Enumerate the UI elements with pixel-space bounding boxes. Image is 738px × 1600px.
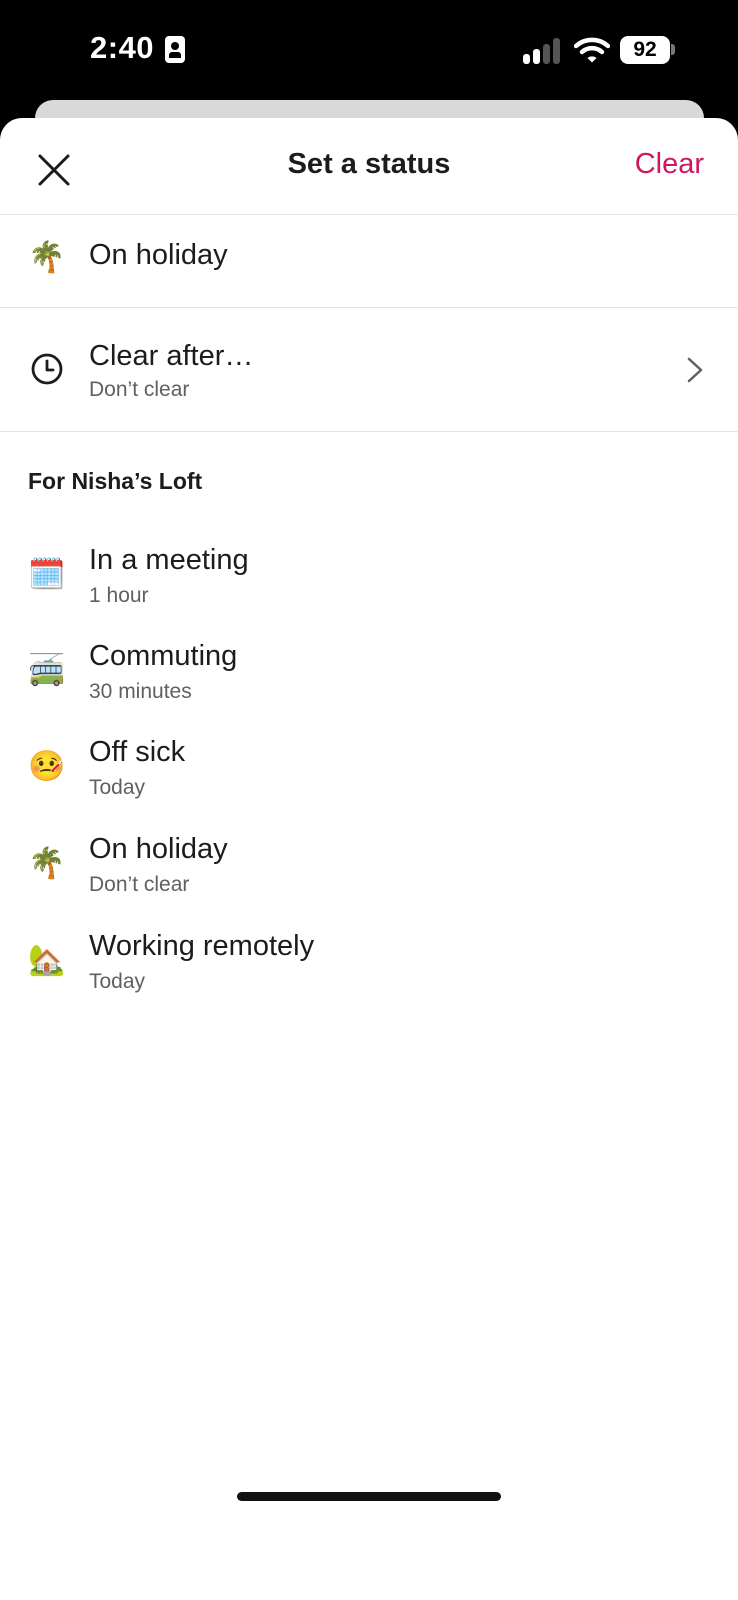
palm-tree-icon: 🌴 bbox=[28, 847, 66, 880]
preset-duration: 30 minutes bbox=[89, 680, 192, 703]
clear-after-label: Clear after… bbox=[89, 340, 254, 372]
preset-commuting[interactable]: 🚎 Commuting 30 minutes bbox=[0, 628, 738, 720]
clear-button[interactable]: Clear bbox=[635, 148, 704, 181]
battery-icon: 92 bbox=[620, 36, 670, 64]
preset-duration: Today bbox=[89, 776, 146, 799]
close-button[interactable] bbox=[30, 146, 78, 194]
preset-in-a-meeting[interactable]: 🗓️ In a meeting 1 hour bbox=[0, 532, 738, 624]
preset-working-remotely[interactable]: 🏡 Working remotely Today bbox=[0, 918, 738, 1010]
home-indicator[interactable] bbox=[237, 1492, 501, 1501]
preset-off-sick[interactable]: 🤒 Off sick Today bbox=[0, 724, 738, 816]
current-status-field[interactable]: 🌴 On holiday bbox=[0, 215, 738, 308]
clear-after-row[interactable]: Clear after… Don’t clear bbox=[0, 308, 738, 432]
palm-tree-icon[interactable]: 🌴 bbox=[27, 243, 67, 273]
cellular-signal-icon bbox=[523, 38, 563, 64]
sheet-header: Set a status Clear bbox=[0, 118, 738, 215]
preset-duration: Today bbox=[89, 970, 146, 993]
preset-title: Off sick bbox=[89, 736, 186, 768]
preset-title: In a meeting bbox=[89, 544, 249, 576]
presets-section-title: For Nisha’s Loft bbox=[28, 468, 203, 494]
id-card-icon bbox=[165, 36, 185, 63]
wifi-icon bbox=[574, 37, 610, 63]
status-bar: 2:40 92 bbox=[0, 0, 738, 100]
status-time: 2:40 bbox=[90, 30, 155, 65]
close-icon bbox=[38, 154, 70, 186]
page-title: Set a status bbox=[287, 148, 451, 180]
status-sheet: Set a status Clear 🌴 On holiday Clear af… bbox=[0, 118, 738, 1600]
preset-duration: 1 hour bbox=[89, 584, 149, 607]
preset-title: On holiday bbox=[89, 833, 228, 865]
battery-cap bbox=[671, 44, 675, 55]
calendar-icon: 🗓️ bbox=[28, 558, 66, 591]
bus-icon: 🚎 bbox=[28, 654, 66, 687]
preset-on-holiday[interactable]: 🌴 On holiday Don’t clear bbox=[0, 821, 738, 913]
preset-duration: Don’t clear bbox=[89, 873, 190, 896]
house-icon: 🏡 bbox=[28, 944, 66, 977]
clock-icon bbox=[31, 353, 63, 385]
clear-after-value: Don’t clear bbox=[89, 378, 190, 401]
preset-title: Commuting bbox=[89, 640, 238, 672]
current-status-text[interactable]: On holiday bbox=[89, 239, 228, 272]
preset-title: Working remotely bbox=[89, 930, 315, 962]
sick-face-icon: 🤒 bbox=[28, 750, 66, 783]
chevron-right-icon bbox=[687, 357, 703, 383]
